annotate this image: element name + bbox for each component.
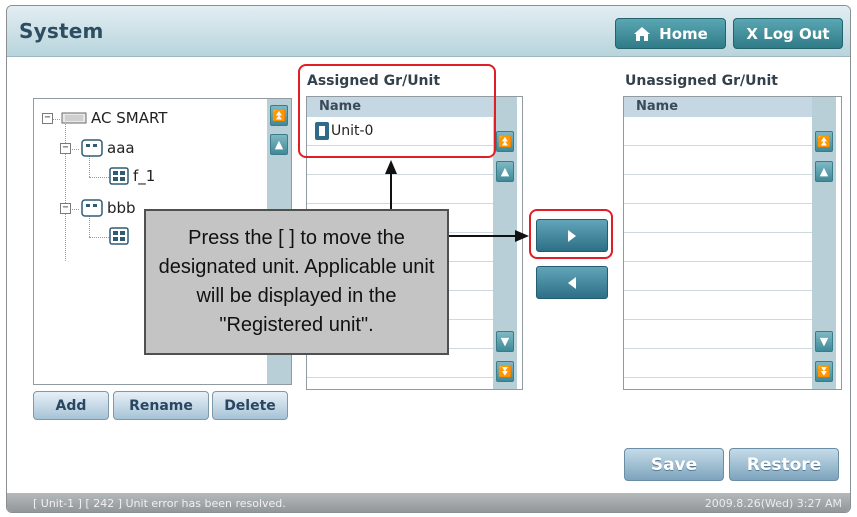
status-message: [ Unit-1 ] [ 242 ] Unit error has been r…: [33, 497, 286, 510]
arrow-up-icon: [385, 160, 397, 174]
status-bar: [ Unit-1 ] [ 242 ] Unit error has been r…: [7, 493, 850, 512]
system-screen: System Home X Log Out − AC SMART − aaa f…: [6, 5, 851, 513]
arrow-right-icon: [515, 230, 529, 242]
instruction-callout: Press the [ ] to move the designated uni…: [144, 209, 449, 355]
status-datetime: 2009.8.26(Wed) 3:27 AM: [704, 497, 842, 510]
